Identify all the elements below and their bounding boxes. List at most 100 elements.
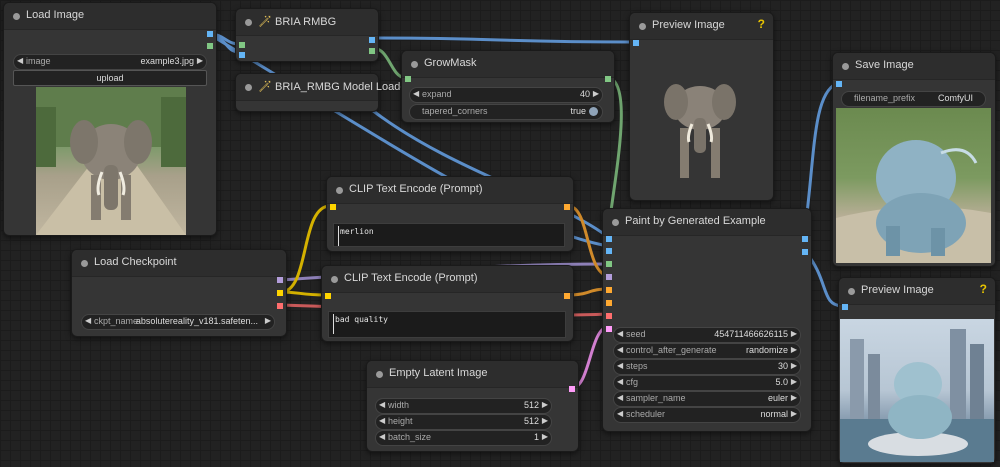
input-port-latent[interactable] [606, 326, 612, 332]
filename-prefix-field[interactable]: filename_prefix ComfyUI [841, 91, 986, 107]
arrow-left-icon[interactable]: ◀ [617, 377, 623, 386]
arrow-right-icon[interactable]: ▶ [542, 400, 548, 409]
input-port-model[interactable] [239, 42, 245, 48]
arrow-right-icon[interactable]: ▶ [542, 432, 548, 441]
node-header[interactable]: CLIP Text Encode (Prompt) [322, 266, 573, 293]
input-port-vae[interactable] [606, 313, 612, 319]
batch-size-widget[interactable]: ◀ batch_size 1 ▶ [375, 430, 552, 446]
upload-button[interactable]: upload [13, 70, 207, 86]
input-port-image[interactable] [606, 236, 612, 242]
arrow-left-icon[interactable]: ◀ [85, 316, 91, 325]
collapse-dot[interactable] [411, 61, 418, 68]
arrow-left-icon[interactable]: ◀ [617, 329, 623, 338]
output-port-mask[interactable] [369, 48, 375, 54]
collapse-dot[interactable] [848, 288, 855, 295]
node-header[interactable]: 🪄︎ BRIA_RMBG Model Loader [236, 74, 410, 101]
output-port-latent[interactable] [569, 386, 575, 392]
input-port-negative[interactable] [606, 300, 612, 306]
output-port-mask[interactable] [207, 43, 213, 49]
output-port-mask[interactable] [605, 76, 611, 82]
arrow-left-icon[interactable]: ◀ [17, 56, 23, 65]
input-port-positive[interactable] [606, 287, 612, 293]
control-after-generate-widget[interactable]: ◀ control_after_generate randomize ▶ [613, 343, 801, 359]
arrow-left-icon[interactable]: ◀ [379, 416, 385, 425]
node-header[interactable]: Load Checkpoint [72, 250, 286, 277]
help-icon[interactable]: ? [980, 282, 987, 296]
node-header[interactable]: Empty Latent Image [367, 361, 578, 388]
arrow-right-icon[interactable]: ▶ [791, 329, 797, 338]
arrow-right-icon[interactable]: ▶ [791, 345, 797, 354]
arrow-right-icon[interactable]: ▶ [197, 56, 203, 65]
arrow-left-icon[interactable]: ◀ [379, 432, 385, 441]
node-paint-by-example[interactable]: Paint by Generated Example ◀ seed 454711… [602, 208, 812, 432]
steps-widget[interactable]: ◀ steps 30 ▶ [613, 359, 801, 375]
output-port-vae[interactable] [277, 303, 283, 309]
output-port-model[interactable] [277, 277, 283, 283]
node-header[interactable]: Paint by Generated Example [603, 209, 811, 236]
output-port-clip[interactable] [277, 290, 283, 296]
output-port-image[interactable] [802, 236, 808, 242]
cfg-widget[interactable]: ◀ cfg 5.0 ▶ [613, 375, 801, 391]
collapse-dot[interactable] [842, 63, 849, 70]
arrow-left-icon[interactable]: ◀ [617, 393, 623, 402]
input-port-images[interactable] [836, 81, 842, 87]
node-grow-mask[interactable]: GrowMask ◀ expand 40 ▶ tapered_corners t… [401, 50, 615, 123]
collapse-dot[interactable] [612, 219, 619, 226]
arrow-left-icon[interactable]: ◀ [617, 361, 623, 370]
height-widget[interactable]: ◀ height 512 ▶ [375, 414, 552, 430]
node-header[interactable]: CLIP Text Encode (Prompt) [327, 177, 573, 204]
collapse-dot[interactable] [245, 84, 252, 91]
arrow-right-icon[interactable]: ▶ [542, 416, 548, 425]
arrow-right-icon[interactable]: ▶ [265, 316, 271, 325]
scheduler-widget[interactable]: ◀ scheduler normal ▶ [613, 407, 801, 423]
arrow-right-icon[interactable]: ▶ [791, 361, 797, 370]
arrow-right-icon[interactable]: ▶ [791, 409, 797, 418]
output-port-conditioning[interactable] [564, 293, 570, 299]
input-port-clip[interactable] [330, 204, 336, 210]
arrow-left-icon[interactable]: ◀ [413, 89, 419, 98]
output-port-image[interactable] [207, 31, 213, 37]
collapse-dot[interactable] [331, 276, 338, 283]
node-load-checkpoint[interactable]: Load Checkpoint ◀ ckpt_name absolutereal… [71, 249, 287, 337]
node-header[interactable]: Preview Image? [630, 13, 773, 40]
output-port-image[interactable] [369, 37, 375, 43]
input-port-model[interactable] [606, 274, 612, 280]
tapered-corners-toggle[interactable]: tapered_corners true [409, 104, 603, 120]
arrow-right-icon[interactable]: ▶ [791, 377, 797, 386]
collapse-dot[interactable] [336, 187, 343, 194]
node-bria-rmbg[interactable]: 🪄︎ BRIA RMBG [235, 8, 379, 62]
input-port-mask[interactable] [405, 76, 411, 82]
input-port-images[interactable] [633, 40, 639, 46]
node-empty-latent-image[interactable]: Empty Latent Image ◀ width 512 ▶ ◀ heigh… [366, 360, 579, 452]
sampler-name-widget[interactable]: ◀ sampler_name euler ▶ [613, 391, 801, 407]
node-header[interactable]: Load Image [4, 3, 216, 30]
output-port-image-2[interactable] [802, 249, 808, 255]
node-header[interactable]: Save Image [833, 53, 995, 80]
node-header[interactable]: 🪄︎ BRIA RMBG [236, 9, 378, 36]
arrow-right-icon[interactable]: ▶ [593, 89, 599, 98]
node-graph-canvas[interactable]: Load Image ◀ image example3.jpg ▶ upload… [0, 0, 1000, 467]
arrow-left-icon[interactable]: ◀ [617, 345, 623, 354]
node-header[interactable]: Preview Image? [839, 278, 995, 305]
collapse-dot[interactable] [13, 13, 20, 20]
help-icon[interactable]: ? [758, 17, 765, 31]
collapse-dot[interactable] [81, 260, 88, 267]
arrow-right-icon[interactable]: ▶ [791, 393, 797, 402]
node-save-image[interactable]: Save Image filename_prefix ComfyUI [832, 52, 996, 267]
input-port-clip[interactable] [325, 293, 331, 299]
input-port-mask[interactable] [606, 261, 612, 267]
expand-widget[interactable]: ◀ expand 40 ▶ [409, 87, 603, 103]
collapse-dot[interactable] [245, 19, 252, 26]
node-clip-text-negative[interactable]: CLIP Text Encode (Prompt) bad quality [321, 265, 574, 342]
node-preview-image-1[interactable]: Preview Image? [629, 12, 774, 201]
node-bria-loader[interactable]: 🪄︎ BRIA_RMBG Model Loader [235, 73, 410, 112]
node-clip-text-positive[interactable]: CLIP Text Encode (Prompt) merlion [326, 176, 574, 252]
collapse-dot[interactable] [639, 23, 646, 30]
node-header[interactable]: GrowMask [402, 51, 614, 78]
input-port-image-2[interactable] [606, 248, 612, 254]
input-port-images[interactable] [842, 304, 848, 310]
collapse-dot[interactable] [376, 371, 383, 378]
width-widget[interactable]: ◀ width 512 ▶ [375, 398, 552, 414]
prompt-textarea[interactable]: bad quality [328, 311, 566, 338]
arrow-left-icon[interactable]: ◀ [379, 400, 385, 409]
